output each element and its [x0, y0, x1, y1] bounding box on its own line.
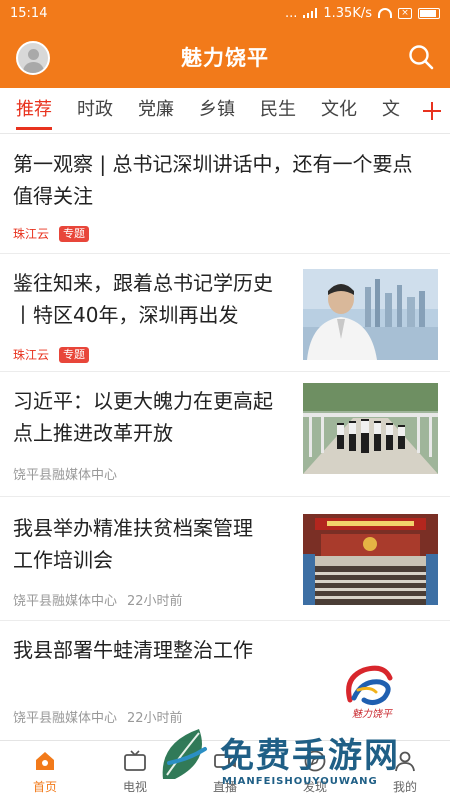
news-title-line: 工作培训会 — [13, 548, 113, 572]
news-title-line: 值得关注 — [13, 184, 93, 208]
news-thumbnail — [303, 383, 438, 474]
nav-label: 首页 — [32, 780, 57, 794]
search-icon[interactable] — [408, 44, 434, 70]
news-meta: 饶平县融媒体中心 22小时前 — [13, 590, 183, 609]
news-thumbnail — [303, 514, 438, 605]
news-source: 饶平县融媒体中心 — [13, 711, 118, 726]
tab-fade — [396, 88, 414, 133]
news-meta: 珠江云 专题 — [13, 225, 90, 242]
news-title-line: 丨特区40年，深圳再出发 — [13, 303, 239, 327]
news-item[interactable]: 我县举办精准扶贫档案管理 工作培训会 饶平县融媒体中心 22小时前 — [0, 497, 450, 621]
news-item[interactable]: 鉴往知来，跟着总书记学历史 丨特区40年，深圳再出发 珠江云 专题 — [0, 254, 450, 372]
logo-text: 魅力饶平 — [352, 708, 393, 720]
watermark-leaf-icon — [162, 729, 207, 779]
battery-icon — [418, 7, 440, 19]
status-dots: ... — [284, 5, 298, 21]
news-feed: 第一观察 | 总书记深圳讲话中，还有一个要点 值得关注 珠江云 专题 鉴往知来，… — [0, 135, 450, 736]
add-channel-icon[interactable] — [414, 88, 450, 133]
news-item[interactable]: 第一观察 | 总书记深圳讲话中，还有一个要点 值得关注 珠江云 专题 — [0, 135, 450, 254]
wifi-icon — [378, 8, 392, 18]
news-title-line: 我县举办精准扶贫档案管理 — [13, 516, 253, 540]
tab-towns[interactable]: 乡镇 — [199, 88, 235, 133]
notification-icon: × — [398, 7, 412, 19]
status-time: 15:14 — [10, 5, 48, 21]
signal-icon — [303, 8, 318, 18]
news-title-line: 第一观察 | 总书记深圳讲话中，还有一个要点 — [13, 152, 413, 176]
network-speed: 1.35K/s — [323, 5, 372, 21]
topic-tag: 专题 — [59, 225, 90, 242]
channel-logo: 魅力饶平 — [346, 665, 393, 720]
news-item[interactable]: 习近平：以更大魄力在更高起 点上推进改革开放 饶平县融媒体中心 — [0, 372, 450, 497]
app-header: 魅力饶平 — [0, 26, 450, 88]
tab-recommend[interactable]: 推荐 — [16, 88, 52, 133]
news-title-line: 我县部署牛蛙清理整治工作 — [13, 638, 253, 662]
tab-party[interactable]: 党廉 — [138, 88, 174, 133]
news-time: 22小时前 — [127, 594, 183, 609]
status-indicators: ... 1.35K/s × — [285, 6, 440, 21]
news-meta: 珠江云 专题 — [13, 346, 90, 363]
news-title-line: 习近平：以更大魄力在更高起 — [13, 389, 273, 413]
news-thumbnail — [303, 269, 438, 360]
news-source: 珠江云 — [13, 348, 50, 362]
status-bar: 15:14 ... 1.35K/s × — [0, 0, 450, 26]
news-source: 饶平县融媒体中心 — [13, 594, 118, 609]
news-title-line: 点上推进改革开放 — [13, 421, 173, 445]
tab-livelihood[interactable]: 民生 — [260, 88, 296, 133]
watermark-subtitle: MIANFEISHOUYOUWANG — [222, 776, 378, 787]
news-source: 珠江云 — [13, 227, 50, 241]
watermark-title: 免费手游网 — [220, 736, 400, 776]
tv-icon — [124, 750, 146, 771]
topic-tag: 专题 — [59, 346, 90, 363]
nav-home[interactable]: 首页 — [0, 741, 90, 800]
home-icon — [36, 752, 54, 770]
tab-politics[interactable]: 时政 — [77, 88, 113, 133]
news-source: 饶平县融媒体中心 — [13, 468, 118, 483]
tab-culture[interactable]: 文化 — [321, 88, 357, 133]
news-meta: 饶平县融媒体中心 — [13, 464, 117, 483]
category-tabs: 推荐 时政 党廉 乡镇 民生 文化 文 — [0, 88, 450, 134]
news-title-line: 鉴往知来，跟着总书记学历史 — [13, 271, 273, 295]
app-title: 魅力饶平 — [181, 46, 269, 70]
